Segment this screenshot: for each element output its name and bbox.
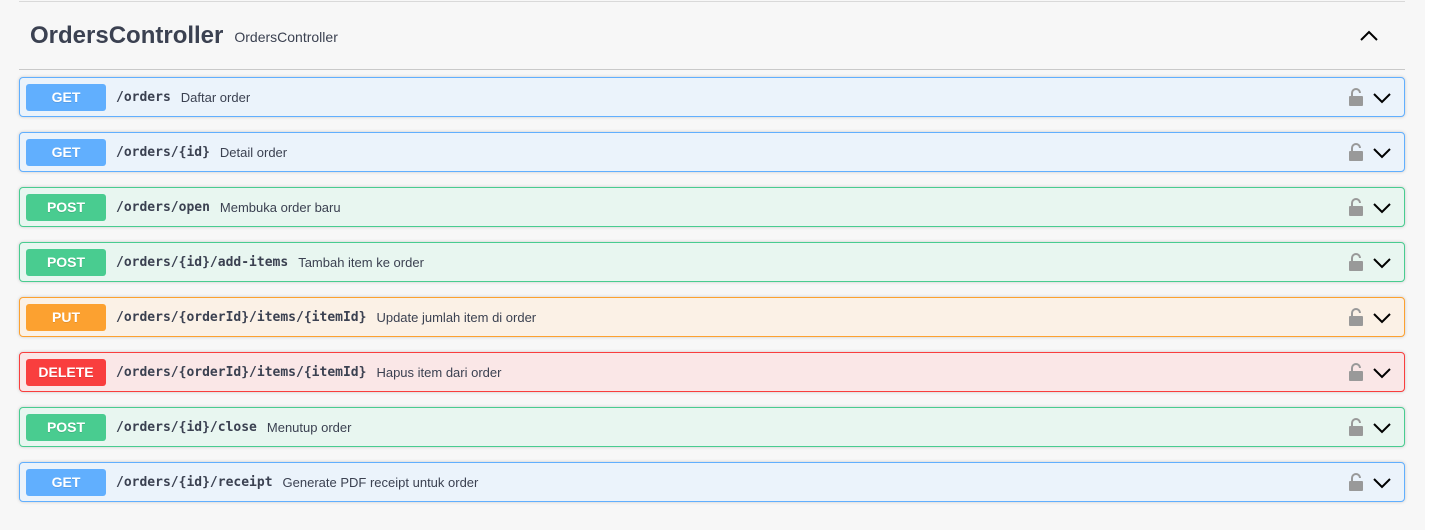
lock-icon[interactable] [1348, 417, 1364, 437]
operation-summary: Daftar order [180, 89, 251, 105]
operation-path: /orders/{id}/close [116, 419, 257, 435]
lock-icon[interactable] [1348, 142, 1364, 162]
page-gutter [1425, 0, 1429, 530]
operation-path: /orders/open [116, 199, 210, 215]
swagger-page: OrdersController OrdersController GET /o… [0, 0, 1429, 530]
operation-path: /orders/{id} [116, 144, 210, 160]
lock-icon[interactable] [1348, 197, 1364, 217]
chevron-down-icon[interactable] [1372, 473, 1392, 493]
method-badge: PUT [26, 303, 106, 331]
method-badge: GET [26, 468, 106, 496]
operation-get-order-detail[interactable]: GET /orders/{id} Detail order [19, 132, 1405, 172]
operation-path: /orders/{id}/receipt [116, 474, 273, 490]
chevron-up-icon[interactable] [1359, 26, 1379, 46]
operation-summary: Tambah item ke order [298, 254, 424, 270]
operation-path: /orders/{id}/add-items [116, 254, 289, 270]
operation-summary: Detail order [219, 144, 288, 160]
method-badge: DELETE [26, 358, 106, 386]
operation-summary: Menutup order [266, 419, 352, 435]
chevron-down-icon[interactable] [1372, 198, 1392, 218]
chevron-down-icon[interactable] [1372, 88, 1392, 108]
operation-summary: Update jumlah item di order [376, 309, 537, 325]
chevron-down-icon[interactable] [1372, 253, 1392, 273]
chevron-down-icon[interactable] [1372, 418, 1392, 438]
operation-put-update-item[interactable]: PUT /orders/{orderId}/items/{itemId} Upd… [19, 297, 1405, 337]
method-badge: GET [26, 83, 106, 111]
chevron-down-icon[interactable] [1372, 363, 1392, 383]
operation-get-orders[interactable]: GET /orders Daftar order [19, 77, 1405, 117]
operation-path: /orders/{orderId}/items/{itemId} [116, 364, 367, 380]
lock-icon[interactable] [1348, 252, 1364, 272]
lock-icon[interactable] [1348, 472, 1364, 492]
lock-icon[interactable] [1348, 362, 1364, 382]
operation-post-add-items[interactable]: POST /orders/{id}/add-items Tambah item … [19, 242, 1405, 282]
operation-post-open-order[interactable]: POST /orders/open Membuka order baru [19, 187, 1405, 227]
operation-path: /orders [116, 89, 171, 105]
chevron-down-icon[interactable] [1372, 143, 1392, 163]
method-badge: POST [26, 413, 106, 441]
chevron-down-icon[interactable] [1372, 308, 1392, 328]
operation-summary: Hapus item dari order [376, 364, 502, 380]
operation-summary: Membuka order baru [219, 199, 341, 215]
operation-path: /orders/{orderId}/items/{itemId} [116, 309, 367, 325]
method-badge: GET [26, 138, 106, 166]
method-badge: POST [26, 193, 106, 221]
lock-icon[interactable] [1348, 307, 1364, 327]
operation-post-close-order[interactable]: POST /orders/{id}/close Menutup order [19, 407, 1405, 447]
tag-description: OrdersController [234, 29, 338, 45]
lock-icon[interactable] [1348, 87, 1364, 107]
method-badge: POST [26, 248, 106, 276]
tag-title[interactable]: OrdersController [30, 22, 223, 50]
operation-delete-item[interactable]: DELETE /orders/{orderId}/items/{itemId} … [19, 352, 1405, 392]
operation-get-receipt[interactable]: GET /orders/{id}/receipt Generate PDF re… [19, 462, 1405, 502]
operation-summary: Generate PDF receipt untuk order [282, 474, 479, 490]
tag-section-header[interactable]: OrdersController OrdersController [19, 2, 1405, 70]
